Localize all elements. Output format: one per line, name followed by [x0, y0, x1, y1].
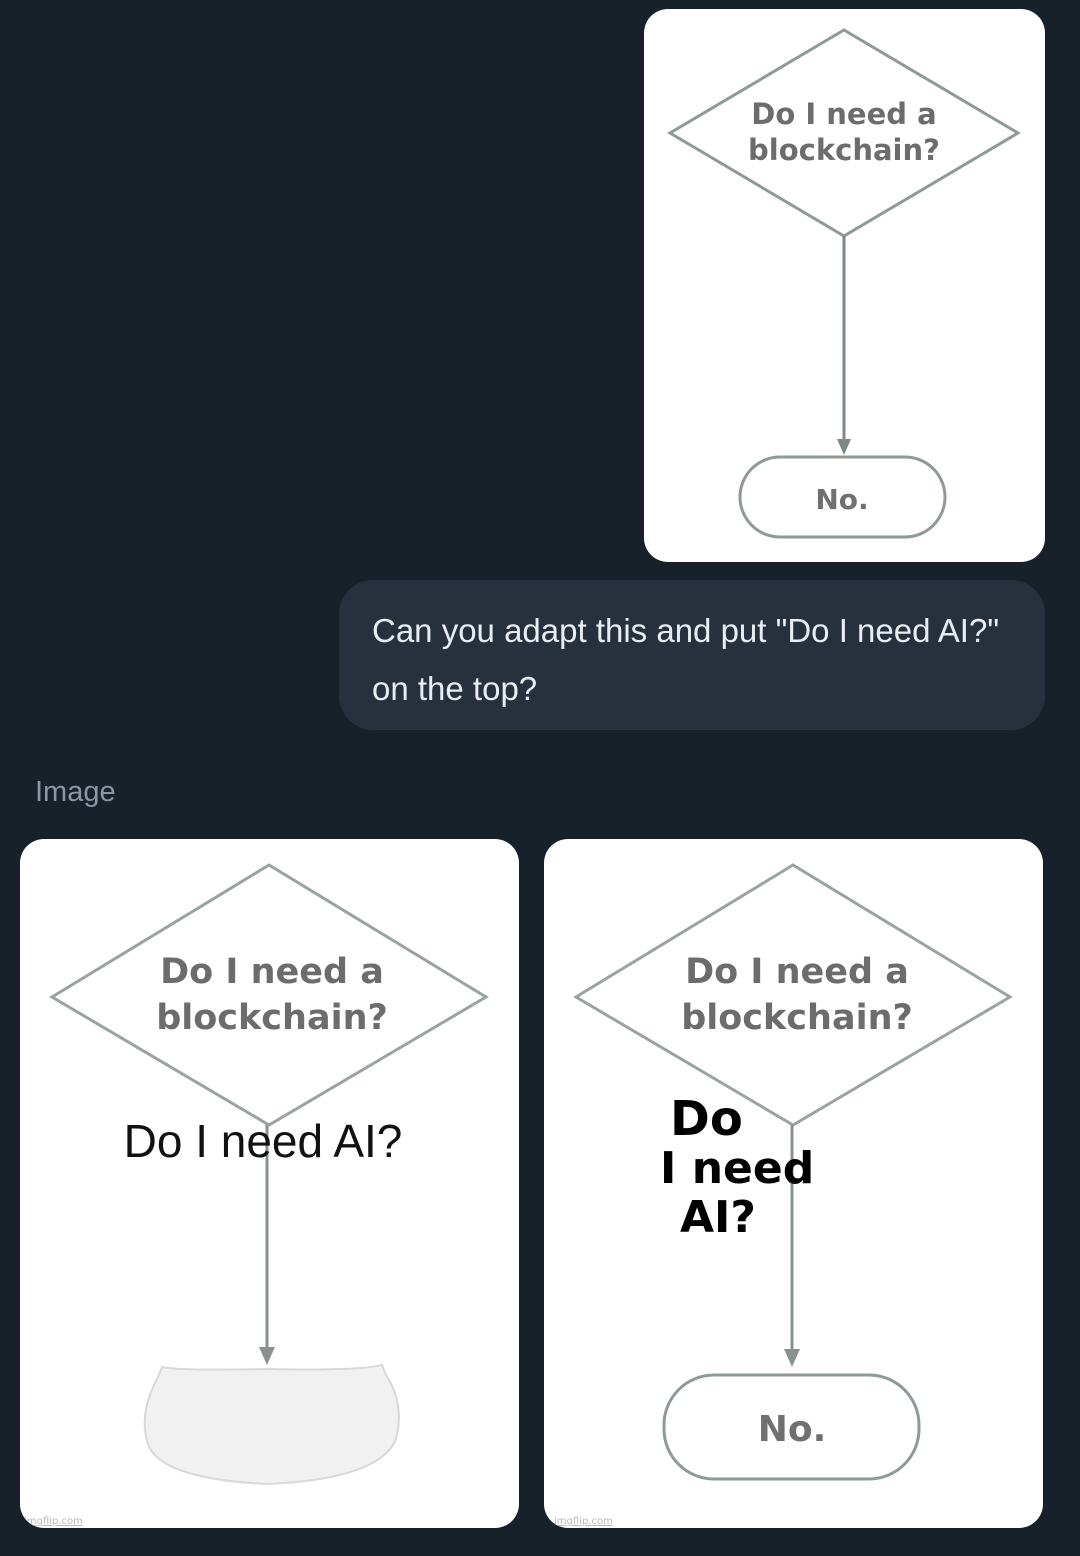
flowchart-diagram-1: Do I need a blockchain? Do I need AI?	[49, 863, 489, 1486]
response-type-label: Image	[35, 776, 116, 808]
generated-image-1[interactable]: Do I need a blockchain? Do I need AI? im…	[20, 839, 519, 1528]
distorted-terminal-shape	[143, 1363, 400, 1486]
answer-label: No.	[758, 1409, 827, 1450]
decision-question-line2: blockchain?	[748, 133, 940, 167]
arrow-head-icon	[784, 1349, 800, 1367]
decision-diamond	[49, 863, 489, 1127]
user-message-bubble: Can you adapt this and put "Do I need AI…	[339, 580, 1045, 730]
flowchart-diagram: Do I need a blockchain? No.	[667, 28, 1021, 539]
arrow-head-icon	[837, 439, 851, 455]
arrow-head-icon	[259, 1347, 275, 1365]
overlay-caption-line2: I need	[660, 1143, 814, 1194]
decision-question-line1: Do I need a	[160, 952, 384, 992]
decision-question-line1: Do I need a	[685, 952, 909, 992]
decision-question-line1: Do I need a	[751, 97, 936, 131]
watermark: imgflip.com	[24, 1516, 83, 1527]
uploaded-flowchart-image[interactable]: Do I need a blockchain? No.	[644, 9, 1045, 562]
overlay-caption-line3: AI?	[680, 1192, 756, 1243]
generated-image-2[interactable]: Do I need a blockchain? No. Do I need AI…	[544, 839, 1043, 1528]
decision-question-line2: blockchain?	[156, 998, 388, 1038]
decision-question-line2: blockchain?	[681, 998, 913, 1038]
user-message-line2: on the top?	[372, 670, 538, 707]
user-message-line1: Can you adapt this and put "Do I need AI…	[372, 612, 1000, 649]
watermark: imgflip.com	[554, 1516, 613, 1527]
answer-label: No.	[815, 483, 868, 516]
overlay-caption-line1: Do	[670, 1091, 743, 1147]
flowchart-diagram-2: Do I need a blockchain? No. Do I need AI…	[573, 863, 1013, 1481]
decision-diamond	[573, 863, 1013, 1127]
overlay-caption: Do I need AI?	[124, 1115, 403, 1167]
